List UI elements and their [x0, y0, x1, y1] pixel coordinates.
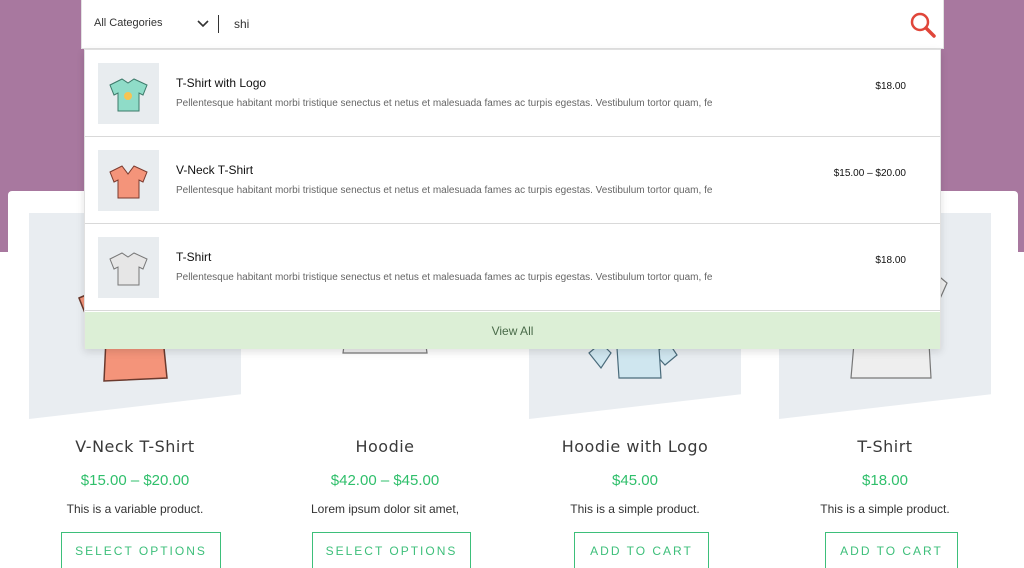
chevron-down-icon[interactable]	[196, 17, 210, 31]
search-result-item[interactable]: V-Neck T-Shirt Pellentesque habitant mor…	[85, 137, 940, 224]
product-description: Lorem ipsum dolor sit amet,	[310, 502, 460, 516]
result-title: T-Shirt with Logo	[176, 76, 267, 90]
divider	[218, 15, 219, 33]
category-select[interactable]: All Categories	[94, 17, 162, 29]
product-name[interactable]: T-Shirt	[779, 437, 991, 456]
product-price: $42.00 – $45.00	[330, 472, 440, 489]
product-description: This is a simple product.	[820, 502, 950, 516]
product-name[interactable]: Hoodie with Logo	[529, 437, 741, 456]
product-name[interactable]: Hoodie	[279, 437, 491, 456]
add-to-cart-button[interactable]: ADD TO CART	[825, 532, 958, 568]
add-to-cart-button[interactable]: ADD TO CART	[574, 532, 709, 568]
result-thumbnail	[98, 237, 159, 298]
search-result-item[interactable]: T-Shirt with Logo Pellentesque habitant …	[85, 50, 940, 137]
search-input[interactable]	[234, 13, 834, 35]
search-results-dropdown: T-Shirt with Logo Pellentesque habitant …	[84, 49, 941, 349]
select-options-button[interactable]: SELECT OPTIONS	[312, 532, 471, 568]
result-title: T-Shirt	[176, 250, 212, 264]
product-price: $15.00 – $20.00	[80, 472, 190, 489]
product-name[interactable]: V-Neck T-Shirt	[29, 437, 241, 456]
search-icon[interactable]	[908, 10, 938, 40]
select-options-button[interactable]: SELECT OPTIONS	[61, 532, 221, 568]
product-description: This is a variable product.	[66, 502, 204, 516]
result-description: Pellentesque habitant morbi tristique se…	[176, 98, 713, 109]
result-title: V-Neck T-Shirt	[176, 163, 254, 177]
result-price: $18.00	[875, 255, 906, 266]
view-all-button[interactable]: View All	[85, 312, 940, 349]
search-bar: All Categories	[81, 0, 944, 49]
result-price: $15.00 – $20.00	[833, 168, 906, 179]
result-description: Pellentesque habitant morbi tristique se…	[176, 272, 713, 283]
product-price: $45.00	[612, 472, 658, 489]
result-price: $18.00	[875, 81, 906, 92]
product-price: $18.00	[862, 472, 908, 489]
product-description: This is a simple product.	[570, 502, 700, 516]
search-result-item[interactable]: T-Shirt Pellentesque habitant morbi tris…	[85, 224, 940, 311]
result-description: Pellentesque habitant morbi tristique se…	[176, 185, 713, 196]
result-thumbnail	[98, 63, 159, 124]
result-thumbnail	[98, 150, 159, 211]
